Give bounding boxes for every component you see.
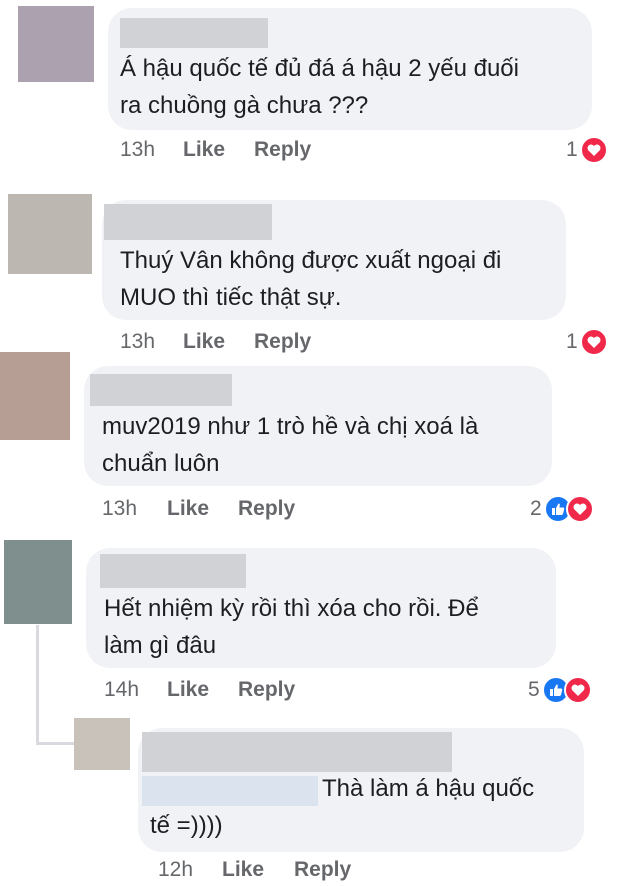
comment-time[interactable]: 13h (120, 330, 155, 354)
like-button[interactable]: Like (183, 330, 225, 354)
commenter-name[interactable] (104, 204, 272, 240)
avatar[interactable] (4, 540, 72, 624)
reply-button[interactable]: Reply (238, 678, 295, 702)
heart-icon (579, 328, 608, 356)
reaction-summary[interactable]: 5 (528, 676, 592, 704)
avatar[interactable] (0, 352, 70, 440)
commenter-name[interactable] (90, 374, 232, 406)
thread-line-curve (36, 742, 74, 745)
comment-time[interactable]: 13h (120, 138, 155, 162)
heart-icon (579, 136, 608, 164)
reaction-summary[interactable]: 1 (566, 328, 608, 356)
like-button[interactable]: Like (167, 678, 209, 702)
comment-text: Á hậu quốc tế đủ đá á hậu 2 yếu đuối ra … (120, 55, 519, 119)
heart-icon (563, 676, 592, 704)
comment-actions: 12h Like Reply (0, 858, 620, 884)
reaction-count: 2 (530, 497, 542, 520)
like-button[interactable]: Like (183, 138, 225, 162)
comment-actions: 13h Like Reply (0, 330, 620, 356)
comment-text: Hết nhiệm kỳ rồi thì xóa cho rồi. Để làm… (104, 595, 479, 659)
comment-text: muv2019 như 1 trò hề và chị xoá là chuẩn… (102, 413, 479, 477)
commenter-name[interactable] (120, 18, 268, 48)
comment-actions: 13h Like Reply (0, 138, 620, 164)
reply-button[interactable]: Reply (254, 138, 311, 162)
avatar[interactable] (74, 718, 130, 770)
reaction-count: 5 (528, 678, 540, 701)
like-button[interactable]: Like (167, 497, 209, 521)
avatar[interactable] (8, 194, 92, 274)
comment-actions: 14h Like Reply (0, 678, 620, 704)
like-button[interactable]: Like (222, 858, 264, 882)
comment-time[interactable]: 14h (104, 678, 139, 702)
avatar[interactable] (18, 6, 94, 82)
reaction-summary[interactable]: 2 (530, 495, 594, 523)
reply-button[interactable]: Reply (254, 330, 311, 354)
commenter-name[interactable] (100, 554, 246, 588)
reaction-count: 1 (566, 330, 578, 353)
comment-time[interactable]: 13h (102, 497, 137, 521)
reply-button[interactable]: Reply (238, 497, 295, 521)
reply-button[interactable]: Reply (294, 858, 351, 882)
comment-actions: 13h Like Reply (0, 497, 620, 523)
heart-icon (565, 495, 594, 523)
reaction-count: 1 (566, 138, 578, 161)
reaction-summary[interactable]: 1 (566, 136, 608, 164)
comment-text: Thà làm á hậu quốc tế =)))) (150, 775, 535, 839)
comment-time[interactable]: 12h (158, 858, 193, 882)
comment-text: Thuý Vân không được xuất ngoại đi MUO th… (120, 247, 502, 311)
commenter-name[interactable] (142, 732, 452, 772)
